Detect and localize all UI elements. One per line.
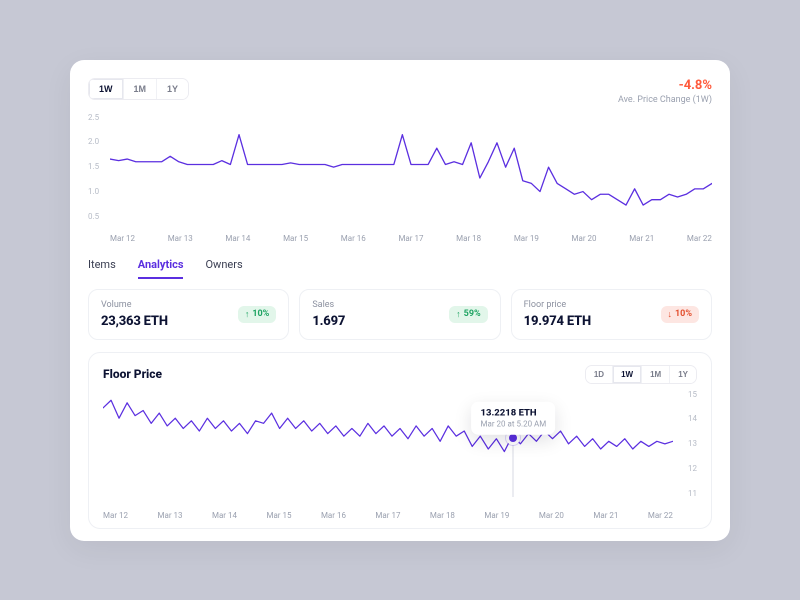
tick: Mar 15 <box>283 234 308 243</box>
tick: Mar 16 <box>321 511 346 520</box>
tick: 15 <box>688 390 697 399</box>
tick: Mar 15 <box>266 511 291 520</box>
tick: Mar 19 <box>484 511 509 520</box>
delta-value: 10% <box>675 309 692 319</box>
tick: Mar 21 <box>593 511 618 520</box>
tick: Mar 14 <box>212 511 237 520</box>
top-row: 1W1M1Y -4.8% Ave. Price Change (1W) <box>70 78 730 105</box>
tick: Mar 22 <box>648 511 673 520</box>
tab-items[interactable]: Items <box>88 258 116 279</box>
tick: Mar 21 <box>629 234 654 243</box>
tick: Mar 22 <box>687 234 712 243</box>
stat-floor-price: Floor price 19.974 ETH ↓10% <box>511 289 712 340</box>
stat-value: 19.974 ETH <box>524 314 591 329</box>
tick: Mar 18 <box>456 234 481 243</box>
delta-badge: ↓10% <box>661 306 699 323</box>
chart1-svg <box>110 113 712 221</box>
arrow-up-icon: ↑ <box>245 309 250 320</box>
price-chart: 2.5 2.0 1.5 1.0 0.5 Mar 12 Mar 13 Mar 14 Mar 15… <box>70 113 730 243</box>
tab-analytics[interactable]: Analytics <box>138 258 184 279</box>
tabs: Items Analytics Owners <box>70 243 730 279</box>
tick: Mar 17 <box>375 511 400 520</box>
range-1w[interactable]: 1W <box>612 366 641 383</box>
floor-head: Floor Price 1D1W1M1Y <box>103 365 697 384</box>
stat-label: Sales <box>312 300 345 310</box>
chart2-line <box>103 400 673 451</box>
tick: Mar 18 <box>430 511 455 520</box>
range-1y[interactable]: 1Y <box>669 366 696 383</box>
tick: Mar 20 <box>539 511 564 520</box>
tick: Mar 19 <box>514 234 539 243</box>
stat-label: Floor price <box>524 300 591 310</box>
range-1w[interactable]: 1W <box>89 79 123 99</box>
tooltip-marker <box>509 434 517 442</box>
floor-chart: 15 14 13 12 11 13.2218 ETH Mar 20 at 5.20 AM… <box>103 390 697 520</box>
range-1m[interactable]: 1M <box>641 366 669 383</box>
tab-owners[interactable]: Owners <box>205 258 242 279</box>
stat-value: 23,363 ETH <box>101 314 168 329</box>
stat-label: Volume <box>101 300 168 310</box>
price-change-label: Ave. Price Change (1W) <box>618 95 712 105</box>
chart1-x-ticks: Mar 12 Mar 13 Mar 14 Mar 15 Mar 16 Mar 17 Mar … <box>110 234 712 243</box>
chart1-y-ticks: 2.5 2.0 1.5 1.0 0.5 <box>88 113 99 221</box>
tooltip-value: 13.2218 ETH <box>481 407 547 418</box>
tick: Mar 14 <box>225 234 250 243</box>
chart2-y-ticks: 15 14 13 12 11 <box>688 390 697 498</box>
tick: Mar 13 <box>168 234 193 243</box>
tick: Mar 13 <box>157 511 182 520</box>
tick: 11 <box>688 489 697 498</box>
tick: 14 <box>688 414 697 423</box>
price-change-pct: -4.8% <box>618 78 712 93</box>
tick: 1.5 <box>88 162 99 171</box>
chart1-line <box>110 134 712 204</box>
delta-value: 59% <box>464 309 481 319</box>
floor-title: Floor Price <box>103 367 162 381</box>
tooltip-time: Mar 20 at 5.20 AM <box>481 419 547 428</box>
tick: 0.5 <box>88 212 99 221</box>
stat-sales: Sales 1.697 ↑59% <box>299 289 500 340</box>
delta-badge: ↑10% <box>238 306 276 323</box>
arrow-down-icon: ↓ <box>668 309 673 320</box>
tick: 12 <box>688 464 697 473</box>
delta-badge: ↑59% <box>449 306 487 323</box>
tick: Mar 20 <box>572 234 597 243</box>
tooltip: 13.2218 ETH Mar 20 at 5.20 AM <box>472 401 556 434</box>
tick: 2.0 <box>88 137 99 146</box>
range-toggle-floor: 1D1W1M1Y <box>585 365 697 384</box>
tick: Mar 12 <box>103 511 128 520</box>
chart2-x-ticks: Mar 12 Mar 13 Mar 14 Mar 15 Mar 16 Mar 17 Mar … <box>103 511 673 520</box>
tick: 1.0 <box>88 187 99 196</box>
price-change-block: -4.8% Ave. Price Change (1W) <box>618 78 712 105</box>
floor-card: Floor Price 1D1W1M1Y 15 14 13 12 11 13.2218 … <box>88 352 712 529</box>
stat-volume: Volume 23,363 ETH ↑10% <box>88 289 289 340</box>
tick: 2.5 <box>88 113 99 122</box>
range-toggle-top: 1W1M1Y <box>88 78 189 100</box>
arrow-up-icon: ↑ <box>456 309 461 320</box>
tick: Mar 17 <box>398 234 423 243</box>
tick: Mar 16 <box>341 234 366 243</box>
tick: 13 <box>688 439 697 448</box>
chart2-svg <box>103 390 673 493</box>
tooltip-guideline <box>513 438 514 498</box>
stats-row: Volume23,363 ETH↑10%Sales1.697↑59%Floor … <box>70 279 730 340</box>
range-1d[interactable]: 1D <box>586 366 612 383</box>
delta-value: 10% <box>252 309 269 319</box>
range-1y[interactable]: 1Y <box>156 79 188 99</box>
range-1m[interactable]: 1M <box>123 79 157 99</box>
stat-value: 1.697 <box>312 314 345 329</box>
tick: Mar 12 <box>110 234 135 243</box>
analytics-card: 1W1M1Y -4.8% Ave. Price Change (1W) 2.52… <box>70 60 730 541</box>
